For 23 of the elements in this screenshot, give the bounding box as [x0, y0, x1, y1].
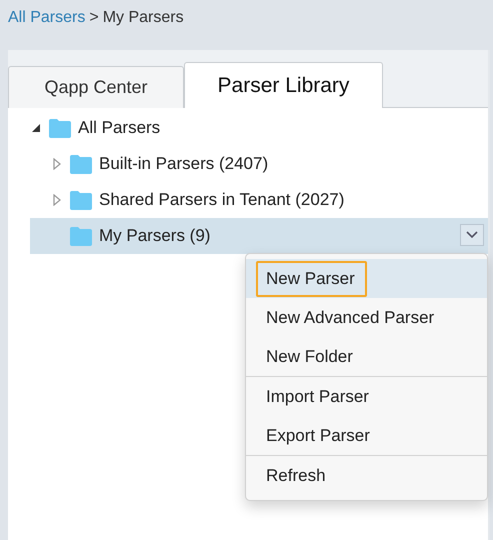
dropdown-button[interactable] [460, 224, 484, 246]
collapsed-triangle-icon[interactable] [51, 158, 63, 170]
folder-icon [69, 154, 93, 174]
menu-item[interactable]: New Parser [246, 259, 487, 298]
tree-row[interactable]: Shared Parsers in Tenant (2027) [30, 182, 488, 218]
menu-item[interactable]: New Folder [246, 337, 487, 376]
breadcrumb-current: My Parsers [102, 9, 184, 27]
expanded-triangle-icon[interactable] [30, 122, 42, 134]
menu-item[interactable]: Export Parser [246, 416, 487, 455]
menu-item[interactable]: Refresh [246, 456, 487, 495]
tab[interactable]: Parser Library [184, 62, 383, 108]
chevron-down-icon [466, 231, 478, 239]
folder-icon [69, 226, 93, 246]
tree-row[interactable]: Built-in Parsers (2407) [30, 146, 488, 182]
tab[interactable]: Qapp Center [8, 66, 184, 108]
menu-item[interactable]: New Advanced Parser [246, 298, 487, 337]
tree-row[interactable]: All Parsers [30, 110, 488, 146]
menu-item[interactable]: Import Parser [246, 377, 487, 416]
tree-row[interactable]: My Parsers (9) [30, 218, 488, 254]
collapsed-triangle-icon[interactable] [51, 194, 63, 206]
folder-icon [69, 190, 93, 210]
breadcrumb-separator: > [89, 9, 99, 27]
folder-icon [48, 118, 72, 138]
